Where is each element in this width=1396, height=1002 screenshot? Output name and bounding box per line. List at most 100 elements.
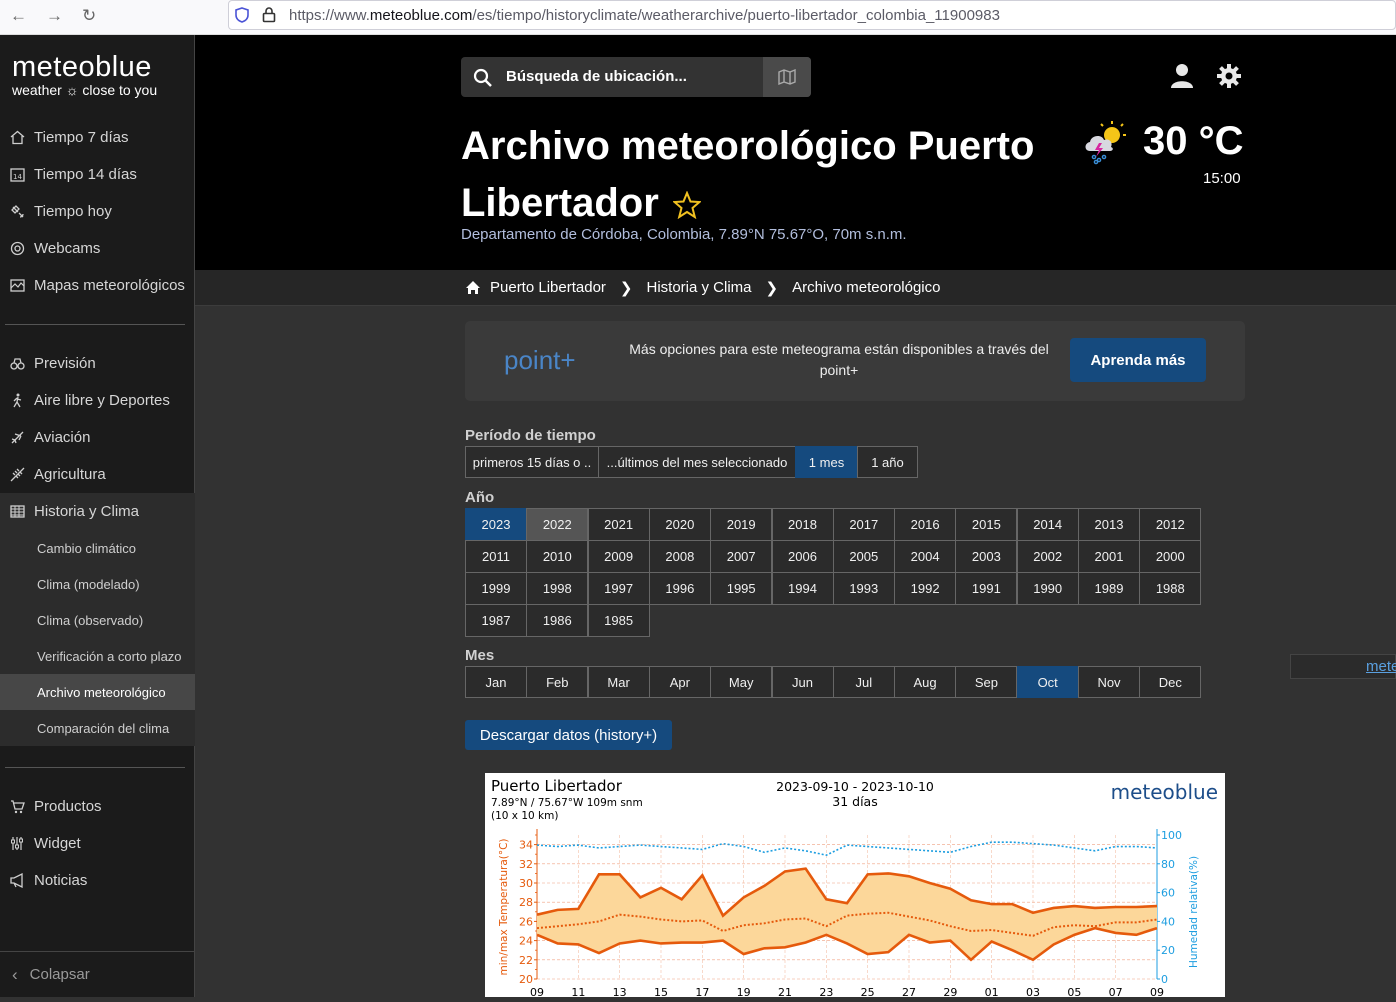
month-option-jun[interactable]: Jun — [771, 666, 834, 698]
chart-brand-logo: meteoblue — [1111, 780, 1218, 804]
sidebar-item-agriculture[interactable]: Agricultura — [0, 456, 195, 493]
sidebar-subitem-verification[interactable]: Verificación a corto plazo — [0, 638, 195, 674]
year-option-2023[interactable]: 2023 — [465, 508, 527, 541]
year-option-2009[interactable]: 2009 — [587, 540, 650, 573]
table-icon — [9, 503, 26, 520]
year-option-2018[interactable]: 2018 — [771, 508, 834, 541]
year-option-2010[interactable]: 2010 — [526, 540, 589, 573]
chart-x-tick-label: 21 — [778, 986, 792, 997]
year-option-2021[interactable]: 2021 — [587, 508, 650, 541]
month-option-aug[interactable]: Aug — [894, 666, 957, 698]
year-option-2022[interactable]: 2022 — [526, 508, 589, 541]
year-option-2014[interactable]: 2014 — [1016, 508, 1079, 541]
current-time: 15:00 — [1203, 170, 1241, 187]
year-option-2007[interactable]: 2007 — [710, 540, 773, 573]
sidebar-item-7-days[interactable]: Tiempo 7 días — [0, 119, 195, 156]
year-option-2013[interactable]: 2013 — [1078, 508, 1140, 541]
year-option-1998[interactable]: 1998 — [526, 572, 589, 605]
year-option-1997[interactable]: 1997 — [587, 572, 650, 605]
year-option-2002[interactable]: 2002 — [1016, 540, 1079, 573]
year-option-1986[interactable]: 1986 — [526, 604, 589, 637]
year-option-1990[interactable]: 1990 — [1016, 572, 1079, 605]
user-icon[interactable] — [1170, 63, 1194, 89]
side-link[interactable]: mete — [1366, 658, 1396, 675]
year-option-2000[interactable]: 2000 — [1139, 540, 1202, 573]
year-option-2015[interactable]: 2015 — [955, 508, 1018, 541]
year-option-1995[interactable]: 1995 — [710, 572, 773, 605]
sidebar-item-14-days[interactable]: 14 Tiempo 14 días — [0, 156, 195, 193]
year-option-2005[interactable]: 2005 — [832, 540, 895, 573]
breadcrumb-item-history-climate[interactable]: Historia y Clima — [646, 279, 751, 296]
year-option-2020[interactable]: 2020 — [648, 508, 711, 541]
sidebar-item-widget[interactable]: Widget — [0, 825, 195, 862]
year-option-1987[interactable]: 1987 — [465, 604, 527, 637]
month-option-apr[interactable]: Apr — [648, 666, 711, 698]
year-option-1988[interactable]: 1988 — [1139, 572, 1202, 605]
sidebar-subitem-climate-observed[interactable]: Clima (observado) — [0, 602, 195, 638]
period-option-last-days[interactable]: ...últimos del mes seleccionado — [598, 446, 796, 478]
sidebar-subitem-climate-modelled[interactable]: Clima (modelado) — [0, 566, 195, 602]
period-option-first-15[interactable]: primeros 15 días o .. — [465, 446, 599, 478]
month-option-mar[interactable]: Mar — [587, 666, 650, 698]
month-option-oct[interactable]: Oct — [1016, 666, 1079, 698]
year-option-2006[interactable]: 2006 — [771, 540, 834, 573]
month-option-feb[interactable]: Feb — [526, 666, 589, 698]
year-option-1992[interactable]: 1992 — [894, 572, 957, 605]
year-option-1989[interactable]: 1989 — [1078, 572, 1140, 605]
breadcrumb-item-location[interactable]: Puerto Libertador — [490, 279, 606, 296]
year-option-1996[interactable]: 1996 — [648, 572, 711, 605]
year-option-2019[interactable]: 2019 — [710, 508, 773, 541]
sidebar-divider — [5, 767, 185, 768]
search-input[interactable]: Búsqueda de ubicación... — [461, 57, 811, 97]
year-option-2003[interactable]: 2003 — [955, 540, 1018, 573]
sidebar-item-products[interactable]: Productos — [0, 788, 195, 825]
year-option-1993[interactable]: 1993 — [832, 572, 895, 605]
reload-icon[interactable]: ↻ — [82, 6, 96, 26]
sidebar-item-news[interactable]: Noticias — [0, 862, 195, 899]
sidebar: meteoblue weather ☼ close to you Tiempo … — [0, 35, 195, 997]
year-option-1999[interactable]: 1999 — [465, 572, 527, 605]
year-option-2017[interactable]: 2017 — [832, 508, 895, 541]
collapse-button[interactable]: ‹ Colapsar — [0, 951, 195, 997]
back-icon[interactable]: ← — [10, 6, 27, 26]
chart-y-right-tick-label: 0 — [1161, 973, 1168, 986]
year-option-1991[interactable]: 1991 — [955, 572, 1018, 605]
month-option-jan[interactable]: Jan — [465, 666, 527, 698]
sidebar-item-webcams[interactable]: Webcams — [0, 230, 195, 267]
sidebar-item-forecast[interactable]: Previsión — [0, 345, 195, 382]
sidebar-item-aviation[interactable]: Aviación — [0, 419, 195, 456]
year-option-1985[interactable]: 1985 — [587, 604, 650, 637]
month-option-nov[interactable]: Nov — [1078, 666, 1140, 698]
year-option-2012[interactable]: 2012 — [1139, 508, 1202, 541]
sidebar-subitem-weather-archive[interactable]: Archivo meteorológico — [0, 674, 195, 710]
sidebar-item-outdoor[interactable]: Aire libre y Deportes — [0, 382, 195, 419]
favorite-star-icon[interactable] — [672, 191, 701, 220]
gear-icon[interactable] — [1216, 63, 1242, 89]
sidebar-item-maps[interactable]: Mapas meteorológicos — [0, 267, 195, 304]
month-option-sep[interactable]: Sep — [955, 666, 1018, 698]
year-option-2001[interactable]: 2001 — [1078, 540, 1140, 573]
month-option-jul[interactable]: Jul — [832, 666, 895, 698]
year-option-2016[interactable]: 2016 — [894, 508, 957, 541]
sidebar-item-today[interactable]: Tiempo hoy — [0, 193, 195, 230]
chart-y-right-tick-label: 100 — [1161, 829, 1182, 842]
download-data-button[interactable]: Descargar datos (history+) — [465, 720, 672, 750]
year-option-2008[interactable]: 2008 — [648, 540, 711, 573]
map-search-button[interactable] — [763, 57, 811, 97]
year-option-1994[interactable]: 1994 — [771, 572, 834, 605]
period-option-1-month[interactable]: 1 mes — [795, 446, 858, 478]
logo[interactable]: meteoblue weather ☼ close to you — [12, 51, 157, 98]
sidebar-subitem-climate-comparison[interactable]: Comparación del clima — [0, 710, 195, 746]
forward-icon[interactable]: → — [46, 6, 63, 26]
home-icon[interactable] — [465, 280, 481, 295]
period-option-1-year[interactable]: 1 año — [857, 446, 918, 478]
year-option-2011[interactable]: 2011 — [465, 540, 527, 573]
month-option-may[interactable]: May — [710, 666, 773, 698]
chart-x-tick-label: 13 — [613, 986, 627, 997]
learn-more-button[interactable]: Aprenda más — [1070, 338, 1206, 382]
year-option-2004[interactable]: 2004 — [894, 540, 957, 573]
sidebar-item-history-climate[interactable]: Historia y Clima — [0, 493, 195, 530]
sidebar-subitem-climate-change[interactable]: Cambio climático — [0, 530, 195, 566]
address-bar[interactable]: https://www.meteoblue.com/es/tiempo/hist… — [228, 0, 1396, 30]
month-option-dec[interactable]: Dec — [1139, 666, 1202, 698]
